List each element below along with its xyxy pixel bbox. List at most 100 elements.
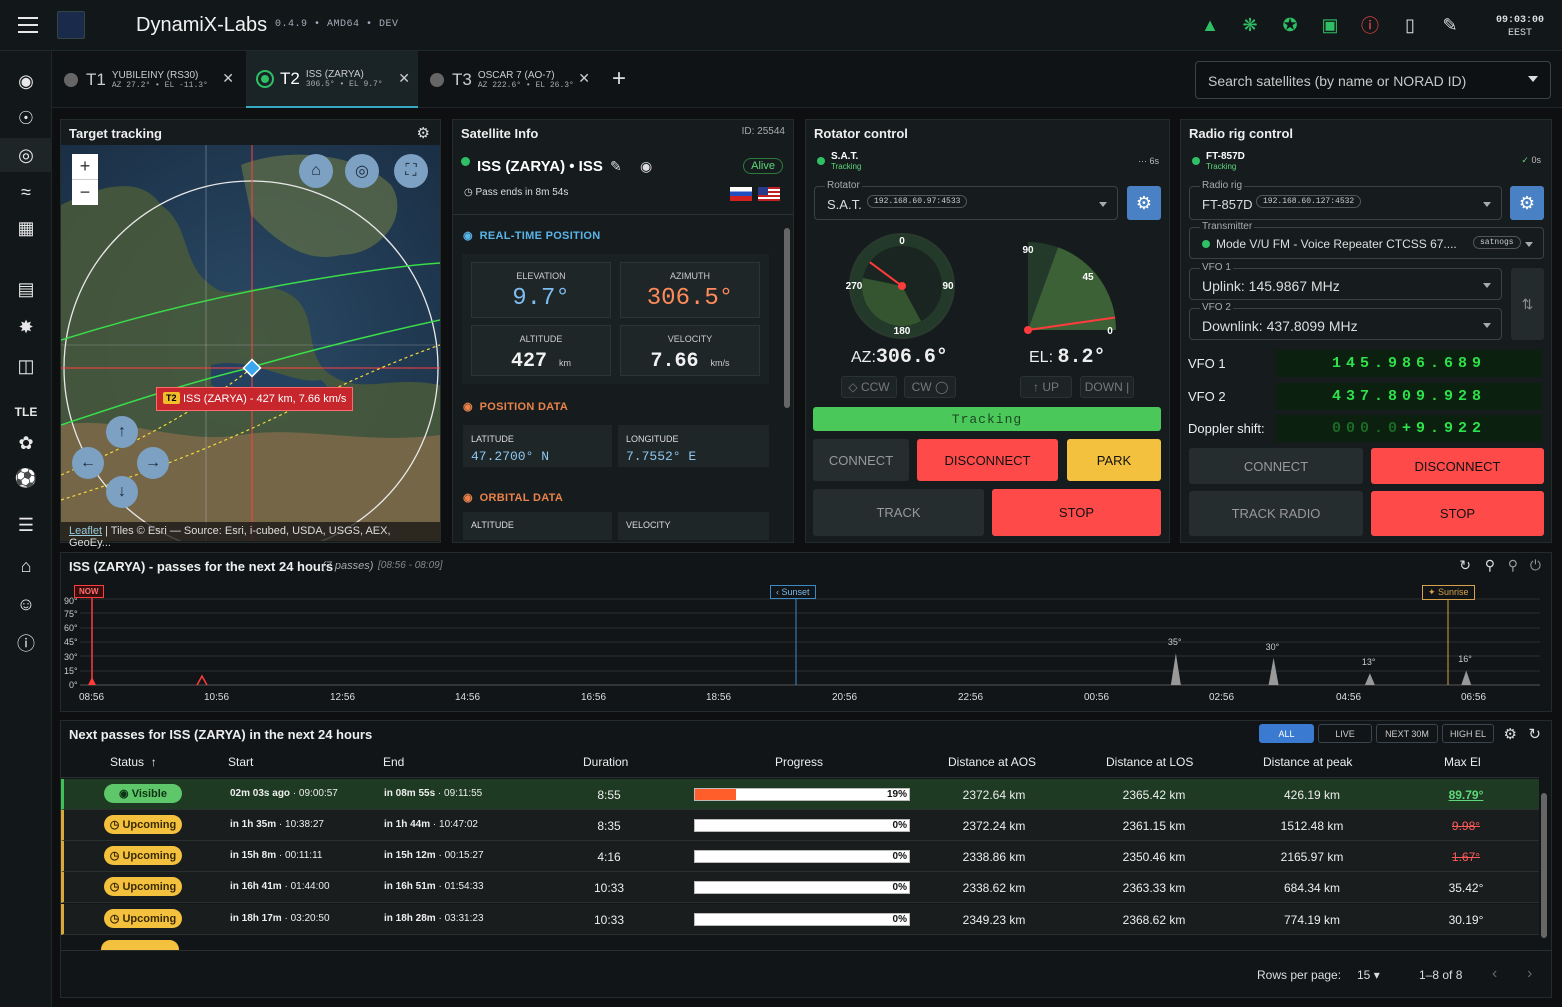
rotator-settings-button[interactable]: ⚙ bbox=[1127, 186, 1161, 220]
rig-disconnect-button[interactable]: DISCONNECT bbox=[1371, 448, 1544, 484]
folder-calendar-icon[interactable]: ▦ bbox=[0, 211, 52, 245]
user-settings-icon[interactable]: ☺ bbox=[0, 587, 52, 621]
up-button[interactable]: ↑ UP bbox=[1020, 376, 1072, 398]
col-distance-los[interactable]: Distance at LOS bbox=[1106, 755, 1193, 769]
col-start[interactable]: Start bbox=[228, 755, 253, 769]
down-button[interactable]: DOWN | bbox=[1080, 376, 1134, 398]
menu-icon[interactable] bbox=[18, 16, 38, 34]
zoom-out-icon[interactable]: ⚲ bbox=[1508, 557, 1518, 574]
satellite-search-input[interactable]: Search satellites (by name or NORAD ID) bbox=[1195, 61, 1551, 99]
satellite-icon[interactable]: ❋ bbox=[1238, 14, 1262, 36]
chevron-down-icon[interactable] bbox=[1483, 323, 1491, 328]
close-icon[interactable]: ✕ bbox=[222, 70, 234, 87]
scrollbar[interactable] bbox=[784, 228, 790, 408]
radio-button-icon[interactable]: ◉ bbox=[640, 158, 652, 175]
chevron-down-icon[interactable] bbox=[1099, 202, 1107, 207]
next-page-icon[interactable]: › bbox=[1527, 965, 1532, 983]
table-row[interactable]: ◷ Upcoming in 18h 17m · 03:20:50 in 18h 28… bbox=[61, 904, 1539, 935]
refresh-icon[interactable]: ↻ bbox=[1528, 725, 1541, 743]
chevron-down-icon[interactable] bbox=[1525, 242, 1533, 247]
zoom-out-button[interactable]: − bbox=[72, 179, 98, 205]
add-tab-icon[interactable]: + bbox=[612, 65, 626, 93]
table-row[interactable]: ◉ Visible 02m 03s ago · 09:00:57 in 08m 55… bbox=[61, 779, 1539, 810]
globe-icon[interactable]: ◉ bbox=[0, 64, 52, 98]
rotator-disconnect-button[interactable]: DISCONNECT bbox=[917, 439, 1058, 481]
swap-vfo-button[interactable]: ⇅ bbox=[1511, 268, 1544, 340]
zoom-in-button[interactable]: + bbox=[72, 154, 98, 180]
satellite-map[interactable]: + − ⌂ ◎ ⛶ ↑ ← → ↓ bbox=[61, 145, 440, 541]
tab-t2[interactable]: T2 ISS (ZARYA) 306.5° • EL 9.7° ✕ bbox=[246, 51, 418, 108]
chevron-down-icon[interactable] bbox=[1483, 283, 1491, 288]
rig-settings-button[interactable]: ⚙ bbox=[1510, 186, 1544, 220]
tab-t1[interactable]: T1 YUBILEINY (RS30) AZ 27.2° • EL -11.3° … bbox=[52, 51, 242, 108]
park-button[interactable]: PARK bbox=[1067, 439, 1161, 481]
table-row[interactable]: ◷ Upcoming in 15h 8m · 00:11:11 in 15h 12m… bbox=[61, 841, 1539, 872]
power-icon[interactable]: ⏻ bbox=[1530, 557, 1541, 574]
refresh-icon[interactable]: ↻ bbox=[1459, 557, 1471, 574]
edit-icon[interactable]: ✎ bbox=[610, 158, 622, 175]
col-duration[interactable]: Duration bbox=[583, 755, 628, 769]
pan-right-icon[interactable]: → bbox=[137, 447, 169, 479]
col-distance-aos[interactable]: Distance at AOS bbox=[948, 755, 1036, 769]
filter-live[interactable]: LIVE bbox=[1318, 724, 1372, 743]
close-icon[interactable]: ✕ bbox=[398, 70, 410, 87]
rows-per-page-select[interactable]: 15 ▾ bbox=[1357, 968, 1380, 982]
zoom-in-icon[interactable]: ⚲ bbox=[1485, 557, 1495, 574]
filter-next-30m[interactable]: NEXT 30M bbox=[1376, 724, 1438, 743]
table-icon[interactable]: ◫ bbox=[0, 349, 52, 383]
rotator-select[interactable]: Rotator S.A.T. 192.168.60.97:4533 bbox=[814, 180, 1118, 220]
col-status[interactable]: Status ↑ bbox=[110, 755, 157, 769]
col-progress[interactable]: Progress bbox=[775, 755, 823, 769]
waves-icon[interactable]: ≈ bbox=[0, 175, 52, 209]
info-icon[interactable]: ⓘ bbox=[0, 626, 52, 660]
center-icon[interactable]: ◎ bbox=[345, 154, 379, 188]
pan-up-icon[interactable]: ↑ bbox=[106, 416, 138, 448]
pan-down-icon[interactable]: ↓ bbox=[106, 476, 138, 508]
gear-icon[interactable]: ⚙ bbox=[417, 124, 430, 142]
col-end[interactable]: End bbox=[383, 755, 404, 769]
radio-rig-select[interactable]: Radio rig FT-857D 192.168.60.127:4532 bbox=[1189, 180, 1502, 220]
pan-left-icon[interactable]: ← bbox=[72, 447, 104, 479]
vfo2-select[interactable]: VFO 2 Downlink: 437.8099 MHz bbox=[1189, 302, 1502, 340]
rig-stop-button[interactable]: STOP bbox=[1371, 491, 1544, 536]
soccer-icon[interactable]: ⚽ bbox=[0, 461, 52, 495]
radio-icon[interactable]: ▣ bbox=[1318, 14, 1342, 36]
alert-icon[interactable]: ⓘ bbox=[1358, 14, 1382, 36]
prev-page-icon[interactable]: ‹ bbox=[1492, 965, 1497, 983]
satellite-dish-icon[interactable]: ✪ bbox=[1278, 14, 1302, 36]
rotator-stop-button[interactable]: STOP bbox=[992, 489, 1161, 536]
dish-icon[interactable]: ✸ bbox=[0, 310, 52, 344]
col-distance-peak[interactable]: Distance at peak bbox=[1263, 755, 1352, 769]
cw-button[interactable]: CW ◯ bbox=[904, 376, 956, 398]
ccw-button[interactable]: ◇ CCW bbox=[841, 376, 897, 398]
eye-icon[interactable]: ☉ bbox=[0, 101, 52, 135]
vfo1-select[interactable]: VFO 1 Uplink: 145.9867 MHz bbox=[1189, 262, 1502, 300]
sliders-icon[interactable]: ☰ bbox=[0, 508, 52, 542]
col-max-el[interactable]: Max El bbox=[1444, 755, 1481, 769]
home-icon[interactable]: ⌂ bbox=[299, 154, 333, 188]
filter-high-el[interactable]: HIGH EL bbox=[1442, 724, 1494, 743]
phone-icon[interactable]: ▯ bbox=[1398, 14, 1422, 36]
orbit-icon[interactable]: ✿ bbox=[0, 426, 52, 460]
filter-all[interactable]: ALL bbox=[1259, 724, 1314, 743]
radio-icon[interactable]: ▤ bbox=[0, 272, 52, 306]
edit-icon[interactable]: ✎ bbox=[1438, 14, 1462, 36]
rotator-connect-button[interactable]: CONNECT bbox=[813, 439, 909, 481]
tle-label[interactable]: TLE bbox=[0, 405, 52, 419]
tab-t3[interactable]: T3 OSCAR 7 (AO-7) AZ 222.6° • EL 26.3° ✕ bbox=[418, 51, 598, 108]
rig-connect-button[interactable]: CONNECT bbox=[1189, 448, 1363, 484]
leaflet-link[interactable]: Leaflet bbox=[69, 525, 102, 537]
transmitter-select[interactable]: Transmitter Mode V/U FM - Voice Repeater… bbox=[1189, 221, 1544, 259]
chevron-down-icon[interactable] bbox=[1483, 202, 1491, 207]
chevron-down-icon[interactable] bbox=[1528, 76, 1538, 82]
target-icon[interactable]: ◎ bbox=[0, 138, 52, 172]
gear-icon[interactable]: ⚙ bbox=[1504, 725, 1517, 743]
fullscreen-icon[interactable]: ⛶ bbox=[394, 154, 428, 188]
track-button[interactable]: TRACK bbox=[813, 489, 984, 536]
table-row[interactable]: ◷ Upcoming in 16h 41m · 01:44:00 in 16h 51… bbox=[61, 872, 1539, 903]
table-scrollbar[interactable] bbox=[1541, 793, 1547, 938]
close-icon[interactable]: ✕ bbox=[578, 70, 590, 87]
table-row[interactable]: ◷ Upcoming in 1h 35m · 10:38:27 in 1h 44m … bbox=[61, 810, 1539, 841]
track-radio-button[interactable]: TRACK RADIO bbox=[1189, 491, 1363, 536]
home-settings-icon[interactable]: ⌂ bbox=[0, 549, 52, 583]
